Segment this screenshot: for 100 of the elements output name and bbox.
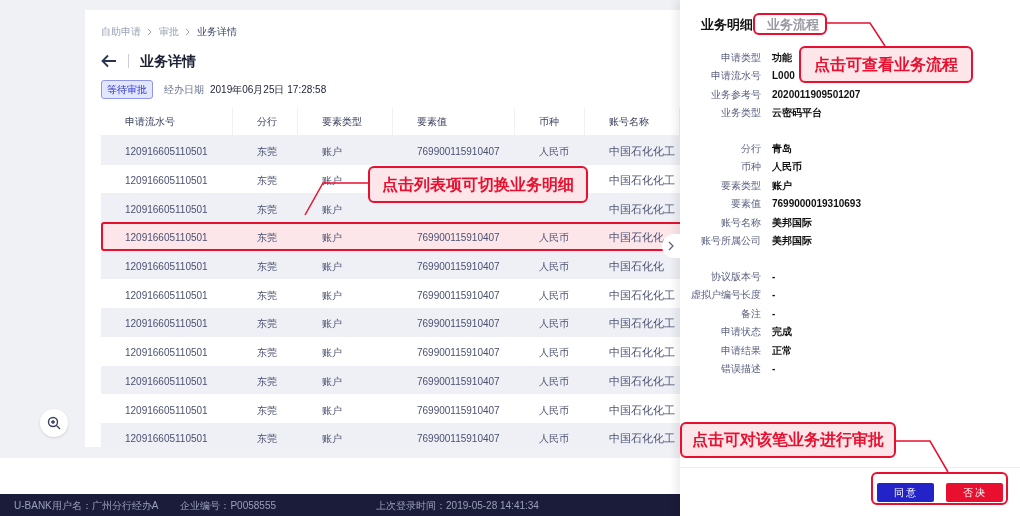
- field-value: 青岛: [772, 141, 792, 156]
- field-value: 7699000019310693: [772, 197, 861, 212]
- table-cell: 人民币: [539, 232, 569, 244]
- field-value: 美邦国际: [772, 234, 812, 249]
- table-cell: 人民币: [539, 375, 569, 387]
- table-cell: 东莞: [257, 318, 277, 330]
- field-label: 申请流水号: [710, 69, 761, 84]
- zoom-in-icon: [47, 416, 61, 430]
- table-row[interactable]: 120916605110501 东莞 账户 769900115910407 人民币 中国石化化工: [101, 308, 680, 337]
- column-header: 币种: [539, 115, 559, 129]
- field-label: 业务类型: [720, 106, 761, 121]
- table-cell: 769900115910407: [417, 261, 500, 273]
- table-cell: 769900115910407: [417, 404, 500, 416]
- field-label: 账号名称: [720, 215, 761, 230]
- table-cell: 账户: [322, 318, 342, 330]
- table-cell: 东莞: [257, 146, 277, 158]
- table-cell: 中国石化化工: [609, 145, 675, 158]
- table-cell: 中国石化化工: [609, 288, 675, 301]
- table-cell: 东莞: [257, 261, 277, 273]
- table-row[interactable]: 120916605110501 东莞 账户 769900115910407 人民币 中国石化化工: [101, 422, 680, 447]
- table-cell: 东莞: [257, 347, 277, 359]
- field-value: L000: [772, 69, 795, 84]
- date-value: 2019年06月25日 17:28:58: [210, 82, 327, 97]
- table-cell: 人民币: [539, 289, 569, 301]
- table-cell: 中国石化化工: [609, 403, 675, 416]
- field-value: 正常: [772, 343, 792, 358]
- field-value: -: [772, 288, 776, 303]
- approve-button[interactable]: 同意: [877, 482, 934, 502]
- table-cell: 人民币: [539, 146, 569, 158]
- table-cell: 账户: [322, 232, 342, 244]
- chevron-icon: [147, 27, 153, 36]
- table-cell: 中国石化化工: [609, 346, 675, 359]
- table-cell: 769900115910407: [417, 375, 500, 387]
- field-label: 虚拟户编号长度: [690, 288, 761, 303]
- table-cell: 账户: [322, 261, 342, 273]
- table-cell: 东莞: [257, 289, 277, 301]
- user-name: U-BANK用户名：广州分行经办A: [14, 498, 159, 513]
- date-label: 经办日期: [164, 82, 204, 97]
- table-cell: 120916605110501: [125, 146, 208, 158]
- back-arrow-icon: [101, 54, 117, 68]
- field-value: -: [772, 306, 776, 321]
- table-cell: 东莞: [257, 375, 277, 387]
- table-cell: 120916605110501: [125, 347, 208, 359]
- back-button[interactable]: [101, 53, 117, 69]
- field-label: 要素值: [730, 197, 761, 212]
- field-value: 账户: [772, 178, 792, 193]
- page-title: 业务详情: [140, 51, 196, 71]
- table-cell: 120916605110501: [125, 232, 208, 244]
- table-row[interactable]: 120916605110501 东莞 账户 769900115910407 人民币 中国石化化工: [101, 365, 680, 395]
- panel-tab[interactable]: 业务明细: [697, 15, 757, 35]
- table-cell: 账户: [322, 347, 342, 359]
- table-cell: 账户: [322, 404, 342, 416]
- column-header: 要素类型: [322, 115, 362, 129]
- table-row[interactable]: 120916605110501 东莞 账户 769900115910407 人民币 中国石化化工: [101, 136, 680, 165]
- table-cell: 120916605110501: [125, 433, 208, 445]
- field-value: 2020011909501207: [772, 87, 861, 102]
- field-label: 错误描述: [720, 362, 761, 377]
- table-cell: 账户: [322, 203, 342, 215]
- table-cell: 769900115910407: [417, 289, 500, 301]
- breadcrumb-link[interactable]: 业务详情: [197, 24, 237, 39]
- table-cell: 账户: [322, 375, 342, 387]
- field-label: 账号所属公司: [700, 234, 761, 249]
- hint-tooltip: 点击可查看业务流程: [799, 46, 973, 83]
- field-label: 协议版本号: [710, 269, 761, 284]
- table-cell: 120916605110501: [125, 404, 208, 416]
- table-cell: 120916605110501: [125, 318, 208, 330]
- table-cell: 账户: [322, 289, 342, 301]
- table-cell: 120916605110501: [125, 289, 208, 301]
- table-cell: 120916605110501: [125, 375, 208, 387]
- field-label: 要素类型: [720, 178, 761, 193]
- table-cell: 120916605110501: [125, 175, 208, 187]
- reject-button[interactable]: 否决: [946, 482, 1003, 502]
- hint-tooltip: 点击列表项可切换业务明细: [368, 166, 588, 203]
- table-cell: 769900115910407: [417, 146, 500, 158]
- table-cell: 账户: [322, 146, 342, 158]
- field-label: 申请结果: [720, 343, 761, 358]
- field-label: 申请类型: [720, 50, 761, 65]
- column-header: 申请流水号: [125, 115, 175, 129]
- field-value: 功能: [772, 50, 792, 65]
- chevron-icon: [185, 27, 191, 36]
- table-cell: 东莞: [257, 404, 277, 416]
- table-cell: 769900115910407: [417, 232, 500, 244]
- field-label: 业务参考号: [710, 87, 761, 102]
- table-cell: 120916605110501: [125, 203, 208, 215]
- last-login: 上次登录时间：2019-05-28 14:41:34: [376, 498, 539, 513]
- chevron-right-icon: [668, 241, 674, 251]
- table-row[interactable]: 120916605110501 东莞 账户 769900115910407 人民币 中国石化化: [101, 250, 680, 280]
- zoom-in-button[interactable]: [40, 409, 68, 437]
- table-cell: 东莞: [257, 232, 277, 244]
- table-row[interactable]: 120916605110501 东莞 账户 769900115910407 人民币 中国石化化: [101, 222, 680, 251]
- field-label: 申请状态: [720, 325, 761, 340]
- leader-line: [895, 440, 949, 473]
- table-cell: 中国石化化工: [609, 374, 675, 387]
- hint-tooltip: 点击可对该笔业务进行审批: [680, 422, 896, 458]
- table-cell: 中国石化化: [609, 231, 664, 244]
- table-cell: 东莞: [257, 433, 277, 445]
- table-cell: 中国石化化工: [609, 317, 675, 330]
- table-cell: 人民币: [539, 261, 569, 273]
- table-cell: 中国石化化: [609, 260, 664, 273]
- field-label: 分行: [740, 141, 761, 156]
